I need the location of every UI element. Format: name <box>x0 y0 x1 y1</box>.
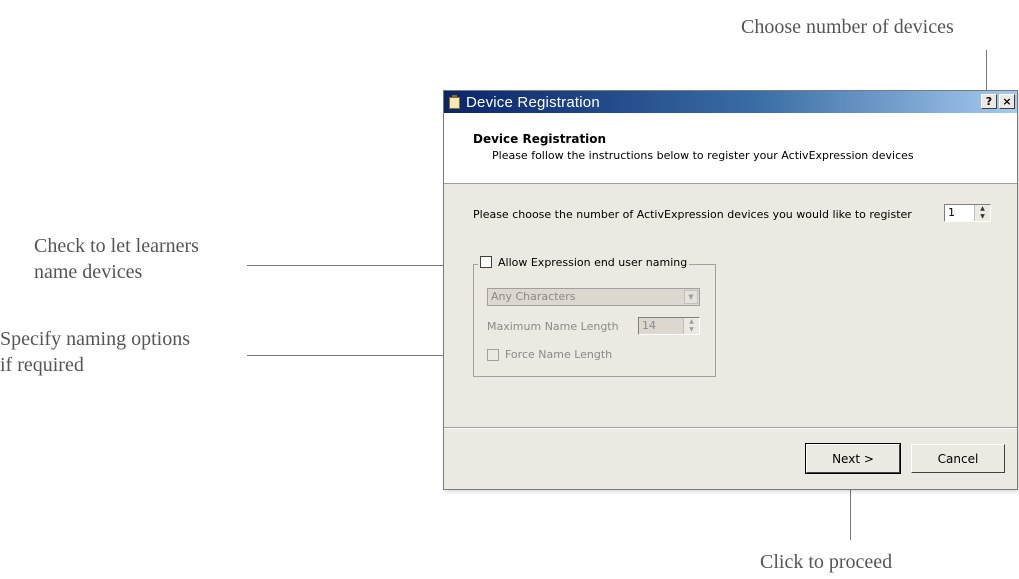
force-name-length-checkbox <box>487 349 499 361</box>
callout-line-naming <box>247 355 475 356</box>
dialog-header-panel: Device Registration Please follow the in… <box>444 113 1017 184</box>
dropdown-arrow-icon: ▼ <box>684 290 698 304</box>
dialog-titlebar[interactable]: Device Registration ? × <box>444 91 1017 113</box>
spin-up-icon[interactable]: ▲ <box>975 205 990 213</box>
next-button[interactable]: Next > <box>805 443 901 474</box>
device-count-spinner[interactable]: 1 ▲ ▼ <box>944 204 991 222</box>
naming-type-select: Any Characters ▼ <box>487 288 700 306</box>
naming-options-group: Any Characters ▼ Maximum Name Length 14 … <box>473 264 716 377</box>
max-name-length-arrows: ▲ ▼ <box>683 318 699 334</box>
force-name-length-label: Force Name Length <box>505 348 613 361</box>
callout-naming-options: Specify naming options if required <box>0 326 190 378</box>
callout-learners-line2: name devices <box>34 261 143 283</box>
max-name-length-spinner: 14 ▲ ▼ <box>638 317 700 335</box>
naming-type-value: Any Characters <box>491 290 576 303</box>
header-subtitle: Please follow the instructions below to … <box>492 149 914 162</box>
callout-learners-line1: Check to let learners <box>34 235 199 257</box>
help-button[interactable]: ? <box>981 94 997 109</box>
allow-naming-group-label: Allow Expression end user naming <box>478 256 690 272</box>
device-count-value: 1 <box>948 206 955 219</box>
allow-naming-label: Allow Expression end user naming <box>498 256 688 269</box>
callout-choose-devices: Choose number of devices <box>741 16 954 38</box>
callout-click-proceed: Click to proceed <box>760 551 893 573</box>
dialog-title: Device Registration <box>466 93 600 111</box>
callout-learners-name: Check to let learners name devices <box>34 233 199 285</box>
spin-down-icon[interactable]: ▼ <box>975 213 990 221</box>
spin-down-icon: ▼ <box>689 326 694 333</box>
callout-naming-line2: if required <box>0 354 84 376</box>
allow-naming-checkbox[interactable] <box>480 256 492 268</box>
spin-up-icon: ▲ <box>689 318 694 325</box>
clipboard-icon <box>449 95 461 109</box>
max-name-length-label: Maximum Name Length <box>487 320 619 333</box>
device-registration-dialog: Device Registration ? × Device Registrat… <box>443 90 1018 490</box>
callout-line-learners <box>247 265 475 266</box>
max-name-length-value: 14 <box>642 319 656 332</box>
close-button[interactable]: × <box>999 94 1015 109</box>
header-title: Device Registration <box>473 132 607 146</box>
device-count-arrows: ▲ ▼ <box>974 205 990 221</box>
callout-naming-line1: Specify naming options <box>0 328 190 350</box>
cancel-button[interactable]: Cancel <box>911 444 1005 473</box>
footer-divider <box>444 427 1017 429</box>
choose-devices-label: Please choose the number of ActivExpress… <box>473 208 912 221</box>
